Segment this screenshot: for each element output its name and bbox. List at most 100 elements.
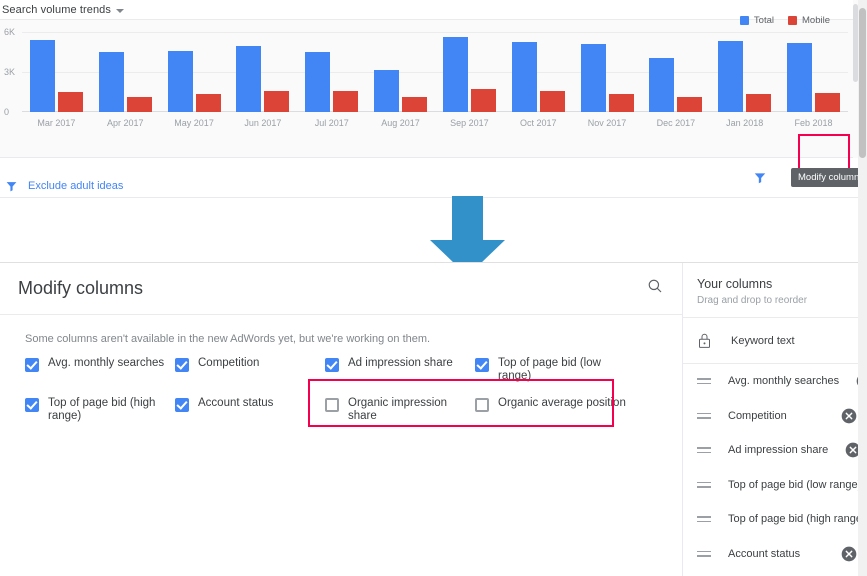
your-columns-subtitle: Drag and drop to reorder [697, 295, 808, 306]
column-checkbox-label: Top of page bid (low range) [498, 357, 601, 382]
checkbox-checked-icon[interactable] [175, 358, 189, 372]
column-checkbox-item[interactable]: Top of page bid (high range) [25, 397, 175, 423]
bar-mobile[interactable] [815, 92, 841, 112]
bar-mobile[interactable] [333, 90, 359, 112]
drag-handle-icon[interactable] [697, 513, 711, 525]
page-scrollbar[interactable] [858, 0, 867, 576]
your-columns-item-label: Account status [728, 547, 801, 560]
your-columns-item-label: Ad impression share [728, 444, 829, 457]
your-columns-list-item[interactable]: Account status [683, 537, 867, 572]
bar-total[interactable] [580, 44, 606, 112]
bar-mobile[interactable] [126, 97, 152, 112]
bar-total[interactable] [787, 42, 813, 112]
column-checkbox-item[interactable]: Ad impression share [325, 357, 475, 383]
bar-total[interactable] [29, 40, 55, 112]
bar-total[interactable] [442, 36, 468, 112]
bar-mobile[interactable] [402, 97, 428, 112]
your-columns-item-label: Competition [728, 409, 787, 422]
bar-mobile[interactable] [539, 90, 565, 112]
bar-mobile[interactable] [608, 94, 634, 112]
drag-handle-icon[interactable] [697, 444, 711, 456]
column-checkbox-item[interactable]: Organic impression share [325, 397, 475, 423]
your-columns-list-item[interactable]: Competition [683, 399, 867, 434]
x-tick-label: Feb 2018 [794, 118, 833, 128]
bar-mobile[interactable] [57, 92, 83, 112]
bar-group [366, 32, 435, 112]
bar-group [641, 32, 710, 112]
dialog-header: Modify columns [0, 263, 682, 315]
bar-group [160, 32, 229, 112]
x-tick-label: Mar 2017 [37, 118, 76, 128]
x-tick-label: Dec 2017 [656, 118, 696, 128]
drag-handle-icon[interactable] [697, 375, 711, 387]
bar-mobile[interactable] [746, 94, 772, 112]
chart-x-axis: Mar 2017 Apr 2017 May 2017 Jun 2017 Jul 2017… [22, 114, 848, 132]
bar-mobile[interactable] [195, 94, 221, 112]
x-tick-label: Sep 2017 [450, 118, 489, 128]
bar-group [228, 32, 297, 112]
locked-column-label: Keyword text [731, 334, 795, 347]
bar-mobile[interactable] [264, 91, 290, 112]
column-checkbox-grid: Avg. monthly searches Competition Ad impre… [0, 355, 682, 423]
bar-total[interactable] [511, 42, 537, 112]
exclude-adult-ideas-label[interactable]: Exclude adult ideas [28, 180, 123, 192]
chart-title-row[interactable]: Search volume trends [0, 0, 858, 20]
bar-total[interactable] [98, 52, 124, 112]
bar-mobile[interactable] [677, 97, 703, 112]
bar-group [779, 32, 848, 112]
bar-total[interactable] [236, 46, 262, 112]
bar-mobile[interactable] [470, 89, 496, 112]
checkbox-checked-icon[interactable] [25, 358, 39, 372]
x-tick-label: Oct 2017 [519, 118, 557, 128]
chart-plot-area: 6K 3K 0 Mar 2017 Apr 2017 May 2017 Jun 2017… [0, 22, 858, 134]
checkbox-checked-icon[interactable] [325, 358, 339, 372]
checkbox-checked-icon[interactable] [25, 398, 39, 412]
bar-total[interactable] [718, 40, 744, 112]
drag-handle-icon[interactable] [697, 410, 711, 422]
your-columns-list-item[interactable]: Avg. monthly searches [683, 364, 867, 399]
your-columns-list-item[interactable]: Ad impression share [683, 433, 867, 468]
bar-total[interactable] [649, 58, 675, 112]
chevron-down-icon[interactable] [116, 8, 124, 13]
search-icon[interactable] [646, 277, 664, 300]
column-checkbox-label: Avg. monthly searches [48, 357, 165, 369]
x-tick-label: Apr 2017 [106, 118, 144, 128]
y-tick-3k: 3K [4, 67, 16, 77]
checkbox-checked-icon[interactable] [475, 358, 489, 372]
checkbox-row: Top of page bid (high range) Account stat… [25, 397, 664, 423]
column-checkbox-label: Competition [198, 357, 260, 369]
your-columns-list-item[interactable]: Top of page bid (low range) [683, 468, 867, 503]
x-tick-label: May 2017 [174, 118, 214, 128]
column-checkbox-item[interactable]: Top of page bid (low range) [475, 357, 635, 383]
column-checkbox-label: Account status [198, 397, 274, 409]
column-checkbox-item[interactable]: Avg. monthly searches [25, 357, 175, 383]
page-title: Search volume trends [2, 3, 111, 16]
checkbox-unchecked-icon[interactable] [325, 398, 339, 412]
your-columns-panel: Your columns Drag and drop to reorder Ke… [683, 263, 867, 576]
column-checkbox-item[interactable]: Account status [175, 397, 325, 423]
drag-handle-icon[interactable] [697, 548, 711, 560]
remove-circle-icon[interactable] [841, 546, 857, 562]
column-checkbox-label: Organic impression share [348, 397, 448, 422]
chart-bars [22, 32, 848, 112]
filter-icon [6, 181, 17, 191]
column-checkbox-item[interactable]: Organic average position [475, 397, 635, 423]
your-columns-list-item[interactable]: Top of page bid (high range) [683, 502, 867, 537]
y-tick-0: 0 [4, 107, 10, 117]
bar-total[interactable] [374, 70, 400, 112]
y-tick-6k: 6K [4, 27, 16, 37]
your-columns-item-label: Top of page bid (high range) [728, 513, 866, 526]
remove-circle-icon[interactable] [841, 408, 857, 424]
column-checkbox-item[interactable]: Competition [175, 357, 325, 383]
search-volume-chart-card: Search volume trends Total Mobile 6K 3K … [0, 0, 858, 158]
bar-total[interactable] [167, 50, 193, 112]
bar-total[interactable] [305, 52, 331, 112]
bar-group [504, 32, 573, 112]
page-scrollbar-thumb[interactable] [859, 8, 866, 158]
checkbox-checked-icon[interactable] [175, 398, 189, 412]
drag-handle-icon[interactable] [697, 479, 711, 491]
bar-group [91, 32, 160, 112]
modify-columns-dialog: Modify columns Some columns aren't avail… [0, 262, 867, 576]
x-tick-label: Jul 2017 [314, 118, 349, 128]
checkbox-unchecked-icon[interactable] [475, 398, 489, 412]
